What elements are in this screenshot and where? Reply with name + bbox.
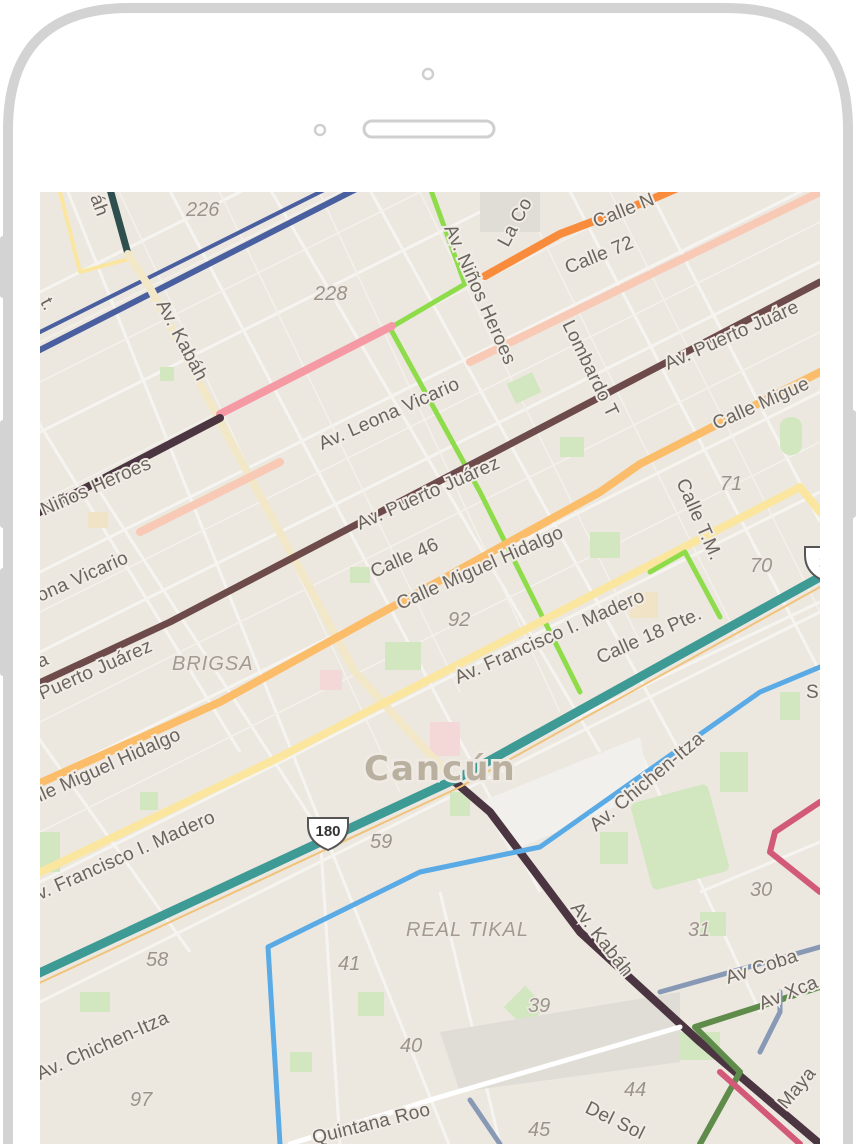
map-view[interactable]: 180 1 áh Av. Kabáh Av. Niños Heroes La C… (40, 192, 820, 1144)
area-97: 97 (130, 1089, 153, 1111)
area-70: 70 (750, 555, 772, 577)
side-button-3 (0, 568, 6, 676)
area-58: 58 (146, 949, 168, 971)
area-44: 44 (624, 1079, 646, 1101)
highway-shield-edge-label: 1 (819, 554, 820, 571)
area-30: 30 (750, 879, 772, 901)
neighborhood-real-tikal: REAL TIKAL (406, 919, 529, 941)
area-226: 226 (185, 199, 220, 221)
area-59: 59 (370, 831, 392, 853)
area-71: 71 (720, 473, 742, 495)
label-edge-s: S (806, 682, 819, 703)
area-39: 39 (528, 995, 550, 1017)
city-label: Cancún (364, 749, 517, 789)
area-45: 45 (528, 1119, 551, 1141)
side-button-2 (0, 420, 6, 528)
area-41: 41 (338, 953, 360, 975)
highway-shield-label: 180 (315, 823, 340, 840)
area-92: 92 (448, 609, 470, 631)
area-31: 31 (688, 919, 710, 941)
side-button-right (850, 410, 856, 518)
area-228: 228 (313, 283, 347, 305)
area-40: 40 (400, 1035, 422, 1057)
side-button-1 (0, 236, 6, 298)
neighborhood-brigsa: BRIGSA (172, 653, 254, 675)
